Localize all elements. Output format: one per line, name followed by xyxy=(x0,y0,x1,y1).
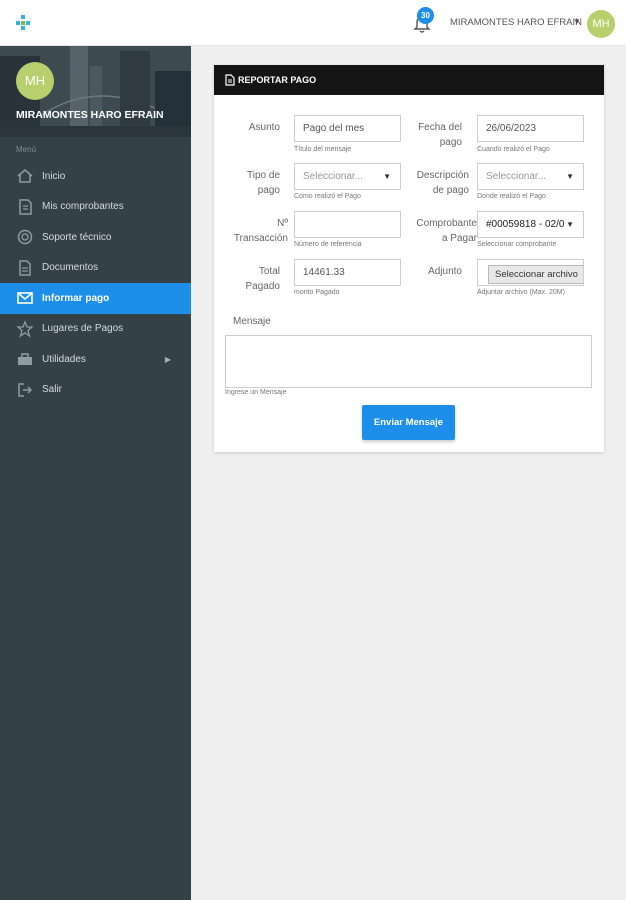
file-icon xyxy=(225,74,235,86)
comprobante-label: Comprobante a Pagar xyxy=(416,218,477,244)
star-icon xyxy=(16,319,34,338)
sidebar: MH MIRAMONTES HARO EFRAIN Menú Inicio Mi… xyxy=(0,46,191,900)
top-bar: 30 MIRAMONTES HARO EFRAIN ▼ MH xyxy=(0,0,626,46)
fecha-value: 26/06/2023 xyxy=(486,123,537,134)
sidebar-user-name: MIRAMONTES HARO EFRAIN xyxy=(16,109,164,121)
total-label: Total Pagado xyxy=(245,266,280,292)
sidebar-item-label: Mis comprobantes xyxy=(42,201,124,213)
tipo-label: Tipo de pago xyxy=(247,170,280,196)
app-logo-icon[interactable] xyxy=(14,14,32,32)
document-icon xyxy=(16,259,34,277)
sidebar-item-informar-pago[interactable]: Informar pago xyxy=(0,283,191,314)
select-file-button[interactable]: Seleccionar archivo xyxy=(488,265,583,284)
total-input[interactable]: 14461.33 xyxy=(294,259,401,286)
send-message-button[interactable]: Enviar Mensaje xyxy=(362,405,455,440)
tipo-select[interactable]: Seleccionar... ▼ xyxy=(294,163,401,190)
envelope-icon xyxy=(16,289,34,307)
sidebar-item-label: Lugares de Pagos xyxy=(42,323,124,335)
dropdown-arrow-icon: ▼ xyxy=(566,172,574,181)
sidebar-avatar[interactable]: MH xyxy=(16,62,54,100)
total-help: monto Pagado xyxy=(294,289,340,296)
user-menu-name[interactable]: MIRAMONTES HARO EFRAIN xyxy=(450,17,582,28)
sidebar-item-label: Inicio xyxy=(42,170,66,182)
descripcion-label: Descripción de pago xyxy=(416,170,469,196)
sidebar-item-inicio[interactable]: Inicio xyxy=(0,161,191,192)
sidebar-item-mis-comprobantes[interactable]: Mis comprobantes xyxy=(0,192,191,223)
dropdown-arrow-icon: ▼ xyxy=(564,220,574,229)
comprobante-help: Seleccionar comprobante xyxy=(477,241,557,248)
descripcion-placeholder: Seleccionar... xyxy=(486,171,547,182)
sidebar-item-utilidades[interactable]: Utilidades ▶ xyxy=(0,344,191,375)
card-title: REPORTAR PAGO xyxy=(238,75,317,85)
dropdown-arrow-icon: ▼ xyxy=(383,172,391,181)
tipo-help: Como realizó el Pago xyxy=(294,193,361,200)
asunto-value: Pago del mes xyxy=(303,123,365,134)
report-payment-card: REPORTAR PAGO Asunto Pago del mes Título… xyxy=(214,65,604,452)
mensaje-label: Mensaje xyxy=(233,316,271,327)
sidebar-item-label: Informar pago xyxy=(42,292,110,304)
menu-section-title: Menú xyxy=(16,145,37,154)
notification-badge[interactable]: 30 xyxy=(417,7,434,24)
adjunto-label: Adjunto xyxy=(428,266,462,277)
fecha-label: Fecha del pago xyxy=(418,122,462,148)
total-value: 14461.33 xyxy=(303,267,345,278)
chevron-down-icon[interactable]: ▼ xyxy=(573,17,581,26)
sidebar-item-label: Documentos xyxy=(42,262,99,274)
comprobante-select[interactable]: #00059818 - 02/0 ▼ xyxy=(477,211,584,238)
chevron-right-icon: ▶ xyxy=(164,354,171,364)
lifebuoy-icon xyxy=(16,228,34,246)
sidebar-item-label: Soporte técnico xyxy=(42,231,112,243)
receipt-icon xyxy=(16,198,34,216)
asunto-input[interactable]: Pago del mes xyxy=(294,115,401,142)
transaccion-help: Número de referencia xyxy=(294,241,362,248)
sidebar-item-label: Utilidades xyxy=(42,353,86,365)
descripcion-help: Donde realizó el Pago xyxy=(477,193,546,200)
adjunto-help: Adjuntar archivo (Max. 20M) xyxy=(477,289,565,296)
mensaje-help: Ingrese un Mensaje xyxy=(225,389,287,396)
home-icon xyxy=(16,167,34,185)
asunto-help: Título del mensaje xyxy=(294,146,352,153)
tipo-placeholder: Seleccionar... xyxy=(303,171,364,182)
sidebar-profile-header: MH MIRAMONTES HARO EFRAIN xyxy=(0,46,191,137)
sidebar-item-label: Salir xyxy=(42,384,63,396)
asunto-label: Asunto xyxy=(248,122,280,133)
fecha-input[interactable]: 26/06/2023 xyxy=(477,115,584,142)
fecha-help: Cuando realizó el Pago xyxy=(477,146,550,153)
logout-icon xyxy=(16,381,34,399)
descripcion-select[interactable]: Seleccionar... ▼ xyxy=(477,163,584,190)
card-header: REPORTAR PAGO xyxy=(214,65,604,95)
sidebar-item-documentos[interactable]: Documentos xyxy=(0,253,191,284)
adjunto-file-input[interactable]: Seleccionar archivo xyxy=(477,259,584,286)
sidebar-item-soporte-tecnico[interactable]: Soporte técnico xyxy=(0,222,191,253)
toolbox-icon xyxy=(16,350,34,368)
sidebar-menu: Inicio Mis comprobantes Soporte técnico … xyxy=(0,161,191,405)
sidebar-item-lugares-de-pagos[interactable]: Lugares de Pagos xyxy=(0,314,191,345)
sidebar-item-salir[interactable]: Salir xyxy=(0,375,191,406)
transaccion-input[interactable] xyxy=(294,211,401,238)
avatar[interactable]: MH xyxy=(587,10,615,38)
comprobante-value: #00059818 - 02/0 xyxy=(486,219,565,230)
mensaje-textarea[interactable] xyxy=(225,335,592,388)
transaccion-label: Nº Transacción xyxy=(233,218,288,244)
